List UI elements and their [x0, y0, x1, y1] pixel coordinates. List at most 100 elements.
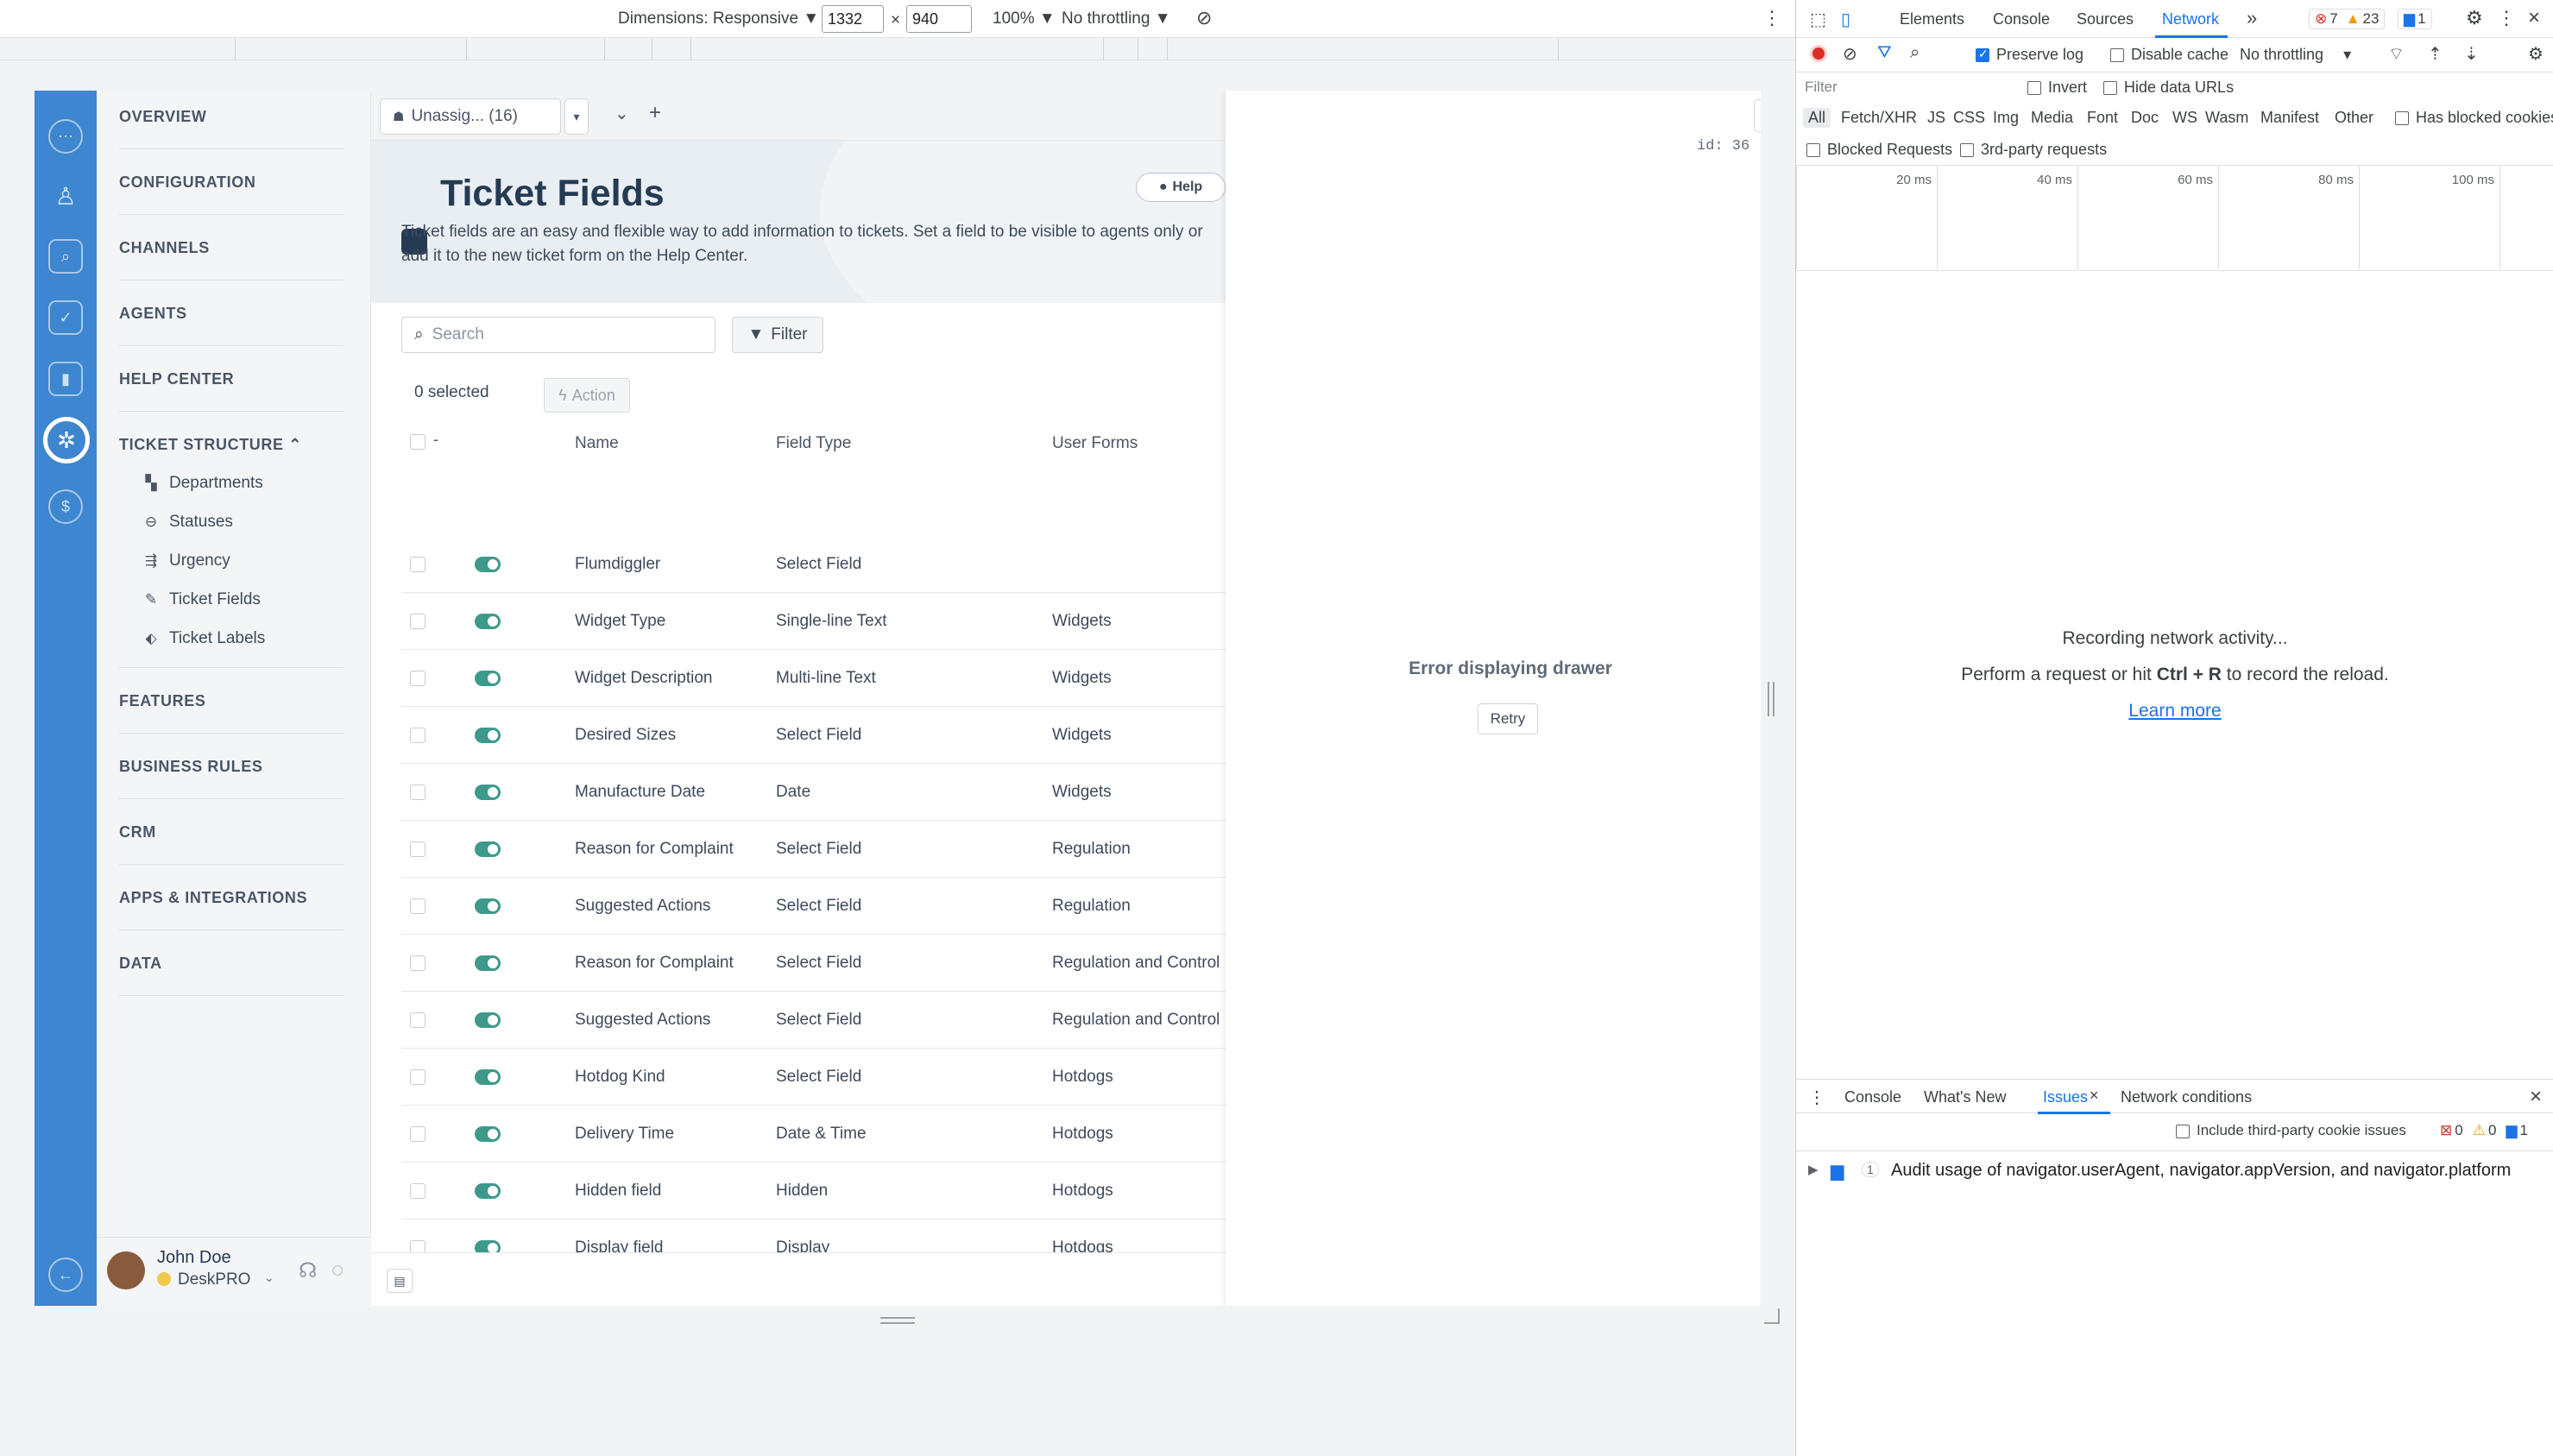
dimensions-dropdown[interactable]: Dimensions: Responsive ▼ [618, 9, 819, 28]
search-ticket-icon[interactable]: ⌕ [48, 239, 83, 274]
table-row[interactable]: Suggested Actions Select Field Regulation [401, 878, 1226, 935]
select-all-checkbox[interactable] [410, 434, 426, 450]
throttling-dropdown[interactable]: No throttling ▼ [1062, 9, 1171, 28]
nav-departments[interactable]: ▚ Departments [143, 474, 262, 493]
close-drawer-icon[interactable]: × [2530, 1085, 2542, 1109]
column-user-forms[interactable]: User Forms [1052, 434, 1138, 453]
field-name[interactable]: Flumdiggler [575, 555, 660, 574]
nav-business-rules[interactable]: BUSINESS RULES [119, 758, 344, 799]
nav-features[interactable]: FEATURES [119, 692, 344, 734]
unassigned-tab[interactable]: ☗ Unassig... (16) [380, 98, 561, 135]
record-icon[interactable] [1810, 45, 1827, 62]
org-chevron-icon[interactable]: ⌄ [264, 1270, 274, 1285]
search-input[interactable]: ⌕ Search [401, 317, 715, 353]
table-row[interactable]: Reason for Complaint Select Field Regulati… [401, 821, 1226, 878]
filter-type-other[interactable]: Other [2335, 109, 2373, 127]
retry-button[interactable]: Retry [1478, 703, 1538, 734]
table-row[interactable]: Desired Sizes Select Field Widgets [401, 707, 1226, 764]
zoom-dropdown[interactable]: 100% ▼ [993, 9, 1056, 28]
enabled-toggle[interactable] [475, 955, 501, 971]
row-checkbox[interactable] [410, 728, 426, 743]
close-issues-tab-icon[interactable]: × [2090, 1087, 2099, 1105]
filter-toggle-icon[interactable]: ⛛ [1877, 43, 1892, 63]
nav-ticket-fields[interactable]: ✎ Ticket Fields [143, 590, 261, 609]
nav-agents[interactable]: AGENTS [119, 305, 344, 346]
more-options-icon[interactable]: ⋮ [1762, 7, 1781, 29]
device-toggle-icon[interactable]: ▯ [1841, 9, 1850, 30]
corner-resize-handle[interactable] [1764, 1308, 1780, 1324]
row-checkbox[interactable] [410, 1069, 426, 1085]
table-row[interactable]: Hidden field Hidden Hotdogs [401, 1163, 1226, 1220]
enabled-toggle[interactable] [475, 1069, 501, 1085]
tab-network[interactable]: Network [2162, 10, 2219, 28]
enabled-toggle[interactable] [475, 671, 501, 686]
export-har-icon[interactable]: ⇣ [2464, 43, 2479, 65]
close-drawer-button[interactable]: × [1754, 99, 1761, 132]
user-profile[interactable]: John Doe DeskPRO ⌄ ☊ ◌ [97, 1237, 371, 1306]
row-checkbox[interactable] [410, 1012, 426, 1028]
table-row[interactable]: Manufacture Date Date Widgets [401, 764, 1226, 821]
column-name[interactable]: Name [575, 434, 619, 453]
table-row[interactable]: Delivery Time Date & Time Hotdogs [401, 1106, 1226, 1163]
right-resize-handle[interactable] [1768, 682, 1774, 716]
has-blocked-cookies-checkbox[interactable]: Has blocked cookies [2395, 109, 2553, 127]
rotate-icon[interactable]: ⊘ [1196, 7, 1212, 29]
drawer-tab-whats-new[interactable]: What's New [1924, 1088, 2006, 1106]
hide-data-urls-checkbox[interactable]: Hide data URLs [2103, 79, 2234, 97]
row-checkbox[interactable] [410, 785, 426, 800]
filter-type-font[interactable]: Font [2087, 109, 2118, 127]
invert-checkbox[interactable]: Invert [2027, 79, 2087, 97]
search-network-icon[interactable]: ⌕ [1910, 43, 1919, 63]
enabled-toggle[interactable] [475, 614, 501, 629]
drawer-tab-network-conditions[interactable]: Network conditions [2121, 1088, 2252, 1106]
network-overview-timeline[interactable]: 20 ms 40 ms 60 ms 80 ms 100 ms [1796, 166, 2553, 271]
blocked-requests-checkbox[interactable]: Blocked Requests [1806, 141, 1952, 159]
user-icon[interactable]: ♙ [48, 179, 83, 213]
chat-icon[interactable]: ⋯ [48, 119, 83, 154]
device-height-input[interactable] [906, 5, 972, 33]
row-checkbox[interactable] [410, 671, 426, 686]
table-row[interactable]: Suggested Actions Select Field Regulation … [401, 992, 1226, 1049]
field-name[interactable]: Hotdog Kind [575, 1068, 665, 1087]
customize-icon[interactable]: ⋮ [2497, 7, 2516, 29]
nav-crm[interactable]: CRM [119, 823, 344, 865]
table-row[interactable]: Flumdiggler Select Field [401, 536, 1226, 593]
select-all-dropdown-icon[interactable]: - [433, 431, 438, 449]
reports-icon[interactable]: ▮ [48, 362, 83, 396]
network-throttling-dropdown[interactable]: No throttling ▾ [2240, 46, 2351, 64]
table-row[interactable]: Widget Type Single-line Text Widgets [401, 593, 1226, 650]
drawer-tab-console[interactable]: Console [1844, 1088, 1901, 1106]
filter-type-manifest[interactable]: Manifest [2260, 109, 2319, 127]
row-checkbox[interactable] [410, 557, 426, 572]
field-name[interactable]: Reason for Complaint [575, 954, 734, 973]
action-button[interactable]: ϟ Action [544, 378, 630, 413]
drawer-tab-issues[interactable]: Issues [2043, 1088, 2088, 1106]
drawer-menu-icon[interactable]: ⋮ [1808, 1087, 1825, 1108]
filter-type-css[interactable]: CSS [1953, 109, 1985, 127]
device-width-input[interactable] [822, 5, 884, 33]
export-icon[interactable]: ▤ [387, 1269, 413, 1293]
filter-type-img[interactable]: Img [1993, 109, 2019, 127]
tab-console[interactable]: Console [1993, 10, 2050, 28]
filter-button[interactable]: ▼ Filter [732, 317, 823, 353]
row-checkbox[interactable] [410, 898, 426, 914]
nav-ticket-labels[interactable]: ⬖ Ticket Labels [143, 629, 265, 648]
tab-elements[interactable]: Elements [1900, 10, 1964, 28]
table-row[interactable]: Widget Description Multi-line Text Widgets [401, 650, 1226, 707]
enabled-toggle[interactable] [475, 1126, 501, 1142]
filter-type-doc[interactable]: Doc [2131, 109, 2159, 127]
bottom-resize-handle[interactable] [880, 1317, 915, 1324]
import-har-icon[interactable]: ⇡ [2428, 43, 2443, 65]
nav-urgency[interactable]: ⇶ Urgency [143, 552, 230, 570]
include-third-party-checkbox[interactable]: Include third-party cookie issues [2176, 1122, 2406, 1139]
row-checkbox[interactable] [410, 955, 426, 971]
enabled-toggle[interactable] [475, 557, 501, 572]
tab-dropdown-icon[interactable]: ▾ [564, 98, 589, 135]
learn-more-link[interactable]: Learn more [1796, 701, 2553, 722]
row-checkbox[interactable] [410, 1183, 426, 1199]
enabled-toggle[interactable] [475, 1183, 501, 1199]
disable-cache-checkbox[interactable]: Disable cache [2110, 46, 2228, 64]
chevron-down-icon[interactable]: ⌄ [615, 103, 629, 124]
field-name[interactable]: Widget Type [575, 612, 665, 631]
column-field-type[interactable]: Field Type [776, 434, 851, 453]
